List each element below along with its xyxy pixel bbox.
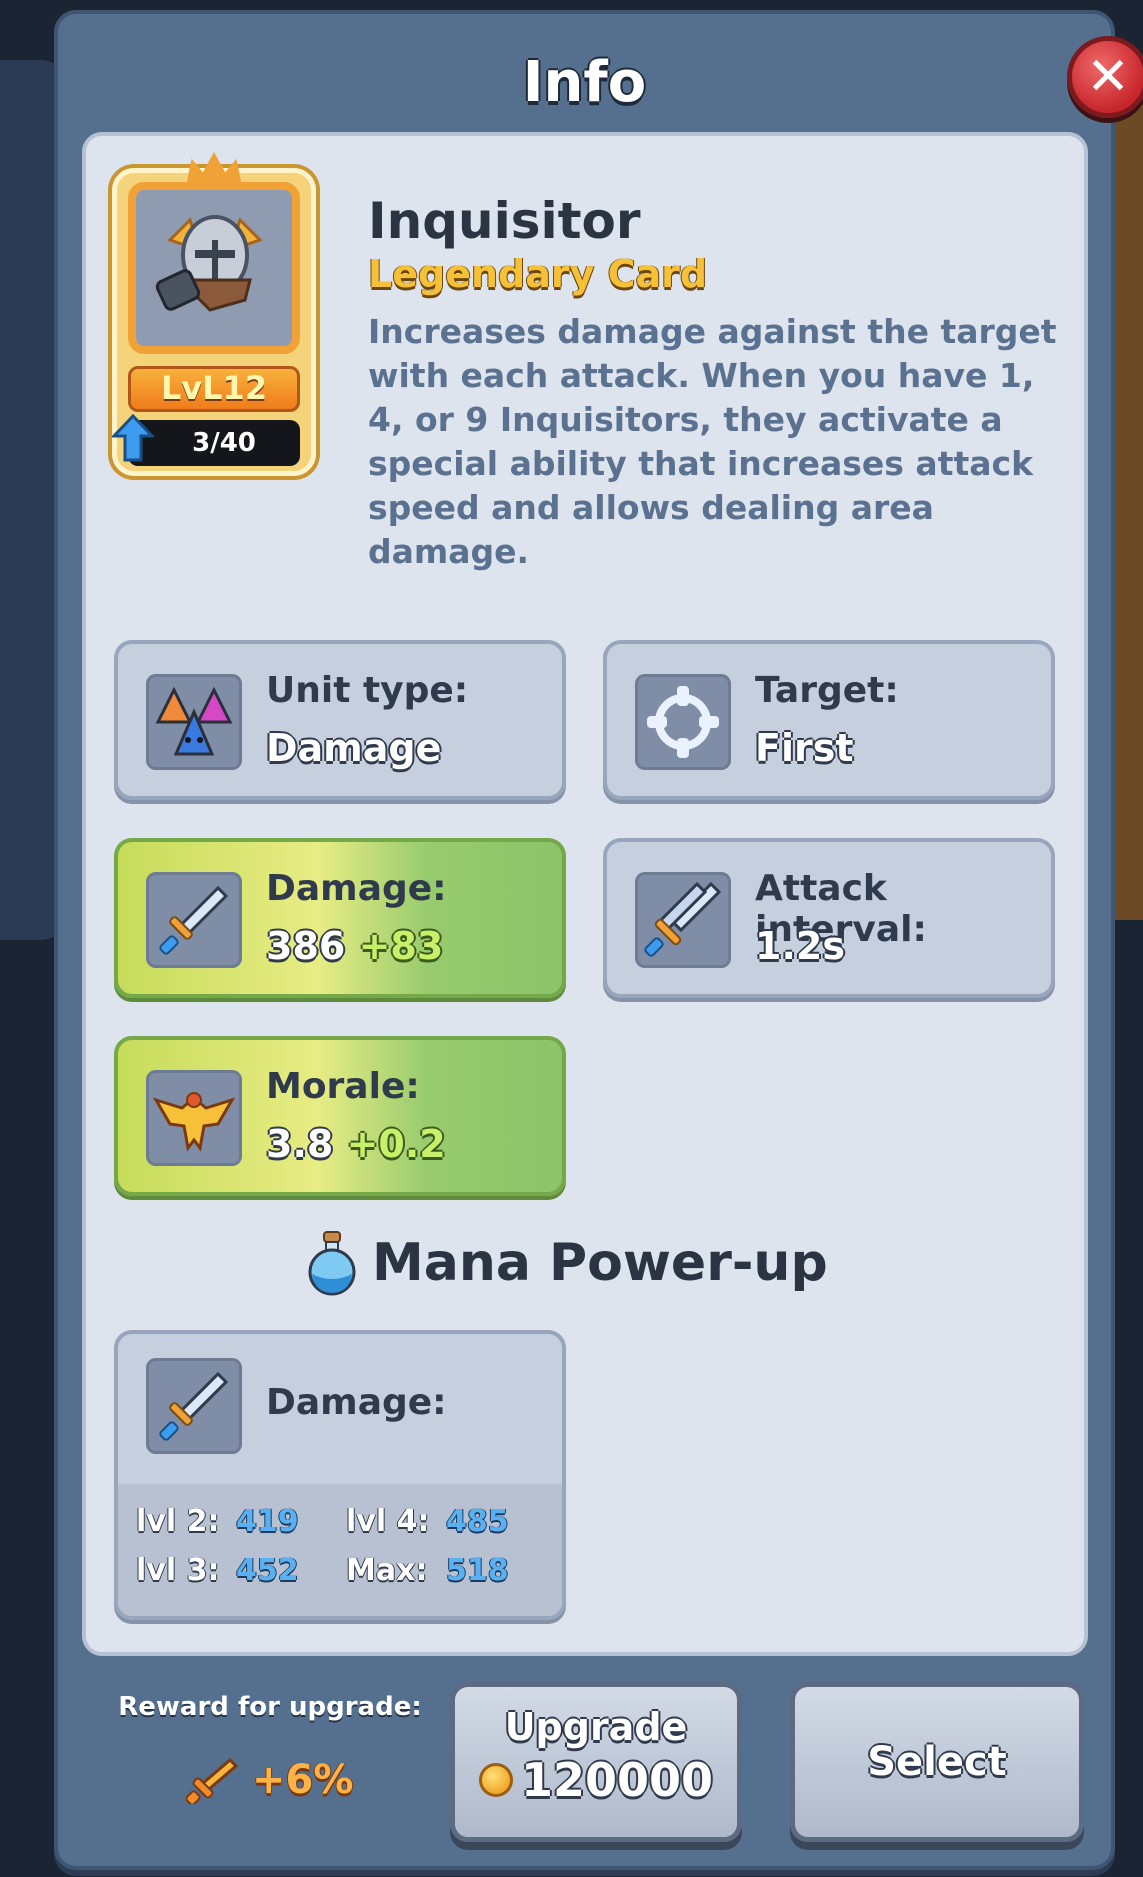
level-value: 485 bbox=[446, 1504, 509, 1539]
stat-label: Unit type: bbox=[266, 670, 469, 711]
mana-damage-card: Damage: lvl 2: 419 lvl 4: 485 lvl 3: 452… bbox=[114, 1330, 566, 1620]
sword-icon bbox=[146, 872, 242, 968]
level-key: lvl 2: bbox=[136, 1504, 220, 1539]
upgrade-arrow-icon bbox=[112, 414, 154, 462]
mana-potion-icon bbox=[308, 1231, 356, 1296]
stat-damage: Damage: 386 +83 bbox=[114, 838, 566, 998]
stat-label: Damage: bbox=[266, 868, 447, 909]
unit-name: Inquisitor bbox=[368, 192, 641, 250]
select-button[interactable]: Select bbox=[790, 1682, 1084, 1842]
modal-title: Info bbox=[522, 50, 647, 115]
reward-value: +6% bbox=[186, 1750, 353, 1810]
sword-icon bbox=[186, 1757, 239, 1804]
stat-value: Damage bbox=[266, 726, 442, 770]
upgrade-label: Upgrade bbox=[504, 1705, 688, 1749]
stat-value: 386 +83 bbox=[266, 924, 443, 968]
upgrade-button[interactable]: Upgrade 120000 bbox=[450, 1682, 742, 1842]
stat-unit-type: Unit type: Damage bbox=[114, 640, 566, 800]
mana-level-grid: lvl 2: 419 lvl 4: 485 lvl 3: 452 Max: 51… bbox=[136, 1504, 556, 1588]
stat-value: 1.2s bbox=[755, 924, 845, 968]
reward-label: Reward for upgrade: bbox=[118, 1692, 422, 1722]
upgrade-price: 120000 bbox=[455, 1753, 737, 1807]
eagle-emblem-icon bbox=[146, 1070, 242, 1166]
stat-attack-interval: Attack interval: 1.2s bbox=[603, 838, 1055, 998]
rarity-label: Legendary Card bbox=[368, 252, 708, 296]
stat-target: Target: First bbox=[603, 640, 1055, 800]
mana-powerup-title: Mana Power-up bbox=[372, 1233, 828, 1293]
unit-description: Increases damage against the target with… bbox=[368, 312, 1057, 571]
stat-morale: Morale: 3.8 +0.2 bbox=[114, 1036, 566, 1196]
stat-bonus-value: +83 bbox=[358, 924, 444, 968]
level-badge: LvL12 bbox=[128, 366, 300, 412]
sword-icon bbox=[146, 1358, 242, 1454]
level-value: 419 bbox=[236, 1504, 299, 1539]
mana-card-label: Damage: bbox=[266, 1382, 447, 1423]
select-label: Select bbox=[867, 1739, 1007, 1785]
stat-value: 3.8 +0.2 bbox=[266, 1122, 446, 1166]
level-key: lvl 4: bbox=[346, 1504, 430, 1539]
inquisitor-helmet-icon bbox=[155, 215, 263, 312]
level-value: 452 bbox=[236, 1553, 299, 1588]
reward-percent: +6% bbox=[252, 1757, 354, 1803]
stat-label: Morale: bbox=[266, 1066, 420, 1107]
coin-icon bbox=[478, 1763, 513, 1797]
stat-base-value: 386 bbox=[266, 924, 346, 968]
swords-icon bbox=[635, 872, 731, 968]
close-x-icon: ✕ bbox=[1086, 47, 1130, 107]
stat-base-value: 3.8 bbox=[266, 1122, 334, 1166]
stat-value: First bbox=[755, 726, 854, 770]
level-key: Max: bbox=[346, 1553, 428, 1588]
level-key: lvl 3: bbox=[136, 1553, 220, 1588]
mana-powerup-heading: Mana Power-up bbox=[306, 1228, 828, 1298]
mage-trio-icon bbox=[146, 674, 242, 770]
stat-bonus-value: +0.2 bbox=[346, 1122, 446, 1166]
upgrade-price-value: 120000 bbox=[520, 1753, 714, 1807]
close-button[interactable]: ✕ bbox=[1067, 36, 1143, 118]
level-value: 518 bbox=[446, 1553, 509, 1588]
crosshair-icon bbox=[635, 674, 731, 770]
stat-label: Target: bbox=[755, 670, 899, 711]
